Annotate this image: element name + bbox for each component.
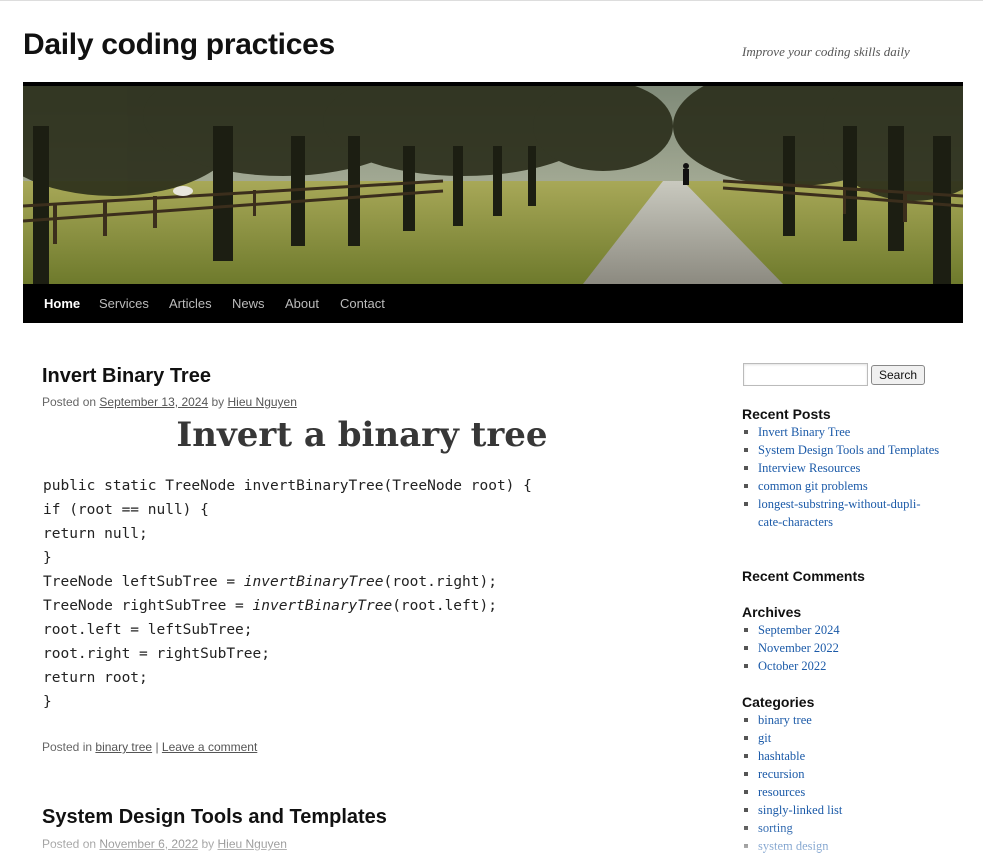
- post-meta: Posted on November 6, 2022 by Hieu Nguye…: [42, 837, 287, 851]
- code-line: }: [43, 550, 52, 566]
- list-item: hashtable: [742, 747, 942, 765]
- nav-item-news[interactable]: News: [232, 296, 265, 311]
- site-title[interactable]: Daily coding practices: [23, 28, 335, 62]
- author-link[interactable]: Hieu Nguyen: [218, 837, 287, 851]
- post-date-link[interactable]: November 6, 2022: [99, 837, 198, 851]
- code-line: root.left = leftSubTree;: [43, 622, 253, 638]
- post-title[interactable]: System Design Tools and Templates: [42, 806, 387, 829]
- categories-list: binary tree git hashtable recursion reso…: [742, 711, 942, 855]
- post-title[interactable]: Invert Binary Tree: [42, 365, 211, 388]
- list-item: Interview Resources: [742, 459, 942, 477]
- recent-post-link[interactable]: Interview Resources: [758, 461, 860, 475]
- separator: |: [155, 740, 159, 754]
- list-item: binary tree: [742, 711, 942, 729]
- archives-title: Archives: [742, 604, 802, 620]
- category-link[interactable]: binary tree: [95, 740, 152, 754]
- list-item: resources: [742, 783, 942, 801]
- leave-comment-link[interactable]: Leave a comment: [162, 740, 257, 754]
- list-item: September 2024: [742, 621, 942, 639]
- entry-heading: Invert a binary tree: [176, 415, 548, 455]
- by-label: by: [201, 837, 215, 851]
- list-item: common git problems: [742, 477, 942, 495]
- nav-item-services[interactable]: Services: [99, 296, 149, 311]
- nav-item-contact[interactable]: Contact: [340, 296, 385, 311]
- code-line: TreeNode rightSubTree = invertBinaryTree…: [43, 594, 532, 618]
- category-link[interactable]: recursion: [758, 767, 805, 781]
- by-label: by: [211, 395, 225, 409]
- header-image: [23, 82, 963, 284]
- category-link[interactable]: system design: [758, 839, 828, 853]
- search-input[interactable]: [743, 363, 868, 386]
- code-text: TreeNode leftSubTree =: [43, 574, 244, 590]
- list-item: recursion: [742, 765, 942, 783]
- code-line: return root;: [43, 670, 148, 686]
- code-line: TreeNode leftSubTree = invertBinaryTree(…: [43, 570, 532, 594]
- category-link[interactable]: resources: [758, 785, 805, 799]
- post-meta: Posted on September 13, 2024 by Hieu Ngu…: [42, 395, 297, 409]
- category-link[interactable]: hashtable: [758, 749, 805, 763]
- code-line: public static TreeNode invertBinaryTree(…: [43, 478, 532, 494]
- recent-post-link[interactable]: common git problems: [758, 479, 868, 493]
- list-item: November 2022: [742, 639, 942, 657]
- code-line: root.right = rightSubTree;: [43, 646, 270, 662]
- author-link[interactable]: Hieu Nguyen: [228, 395, 297, 409]
- code-line: }: [43, 694, 52, 710]
- recent-comments-title: Recent Comments: [742, 568, 865, 584]
- list-item: git: [742, 729, 942, 747]
- recent-posts-list: Invert Binary Tree System Design Tools a…: [742, 423, 942, 531]
- code-text: (root.right);: [383, 574, 497, 590]
- list-item: longest-substring-without-dupli-cate-cha…: [742, 495, 942, 531]
- code-text: TreeNode rightSubTree =: [43, 598, 253, 614]
- category-link[interactable]: sorting: [758, 821, 793, 835]
- list-item: sorting: [742, 819, 942, 837]
- code-line: if (root == null) {: [43, 502, 209, 518]
- list-item: singly-linked list: [742, 801, 942, 819]
- site-description: Improve your coding skills daily: [742, 44, 910, 59]
- archive-link[interactable]: November 2022: [758, 641, 839, 655]
- post-footer: Posted in binary tree | Leave a comment: [42, 740, 257, 754]
- recent-post-link[interactable]: Invert Binary Tree: [758, 425, 850, 439]
- nav-item-articles[interactable]: Articles: [169, 296, 212, 311]
- post-date-link[interactable]: September 13, 2024: [99, 395, 208, 409]
- code-text: (root.left);: [392, 598, 497, 614]
- recent-posts-title: Recent Posts: [742, 406, 831, 422]
- code-block: public static TreeNode invertBinaryTree(…: [43, 474, 532, 714]
- code-method: invertBinaryTree: [252, 598, 393, 614]
- category-link[interactable]: git: [758, 731, 771, 745]
- archives-list: September 2024 November 2022 October 202…: [742, 621, 942, 675]
- list-item: Invert Binary Tree: [742, 423, 942, 441]
- posted-on-label: Posted on: [42, 395, 97, 409]
- recent-post-link[interactable]: System Design Tools and Templates: [758, 443, 939, 457]
- categories-title: Categories: [742, 694, 815, 710]
- category-link[interactable]: singly-linked list: [758, 803, 842, 817]
- nav-item-about[interactable]: About: [285, 296, 319, 311]
- nav-item-home[interactable]: Home: [44, 296, 80, 311]
- recent-post-link[interactable]: longest-substring-without-dupli-cate-cha…: [758, 497, 921, 529]
- posted-in-label: Posted in: [42, 740, 93, 754]
- archive-link[interactable]: September 2024: [758, 623, 840, 637]
- category-link[interactable]: binary tree: [758, 713, 812, 727]
- archive-link[interactable]: October 2022: [758, 659, 826, 673]
- list-item: System Design Tools and Templates: [742, 441, 942, 459]
- list-item: system design: [742, 837, 942, 855]
- code-method: invertBinaryTree: [243, 574, 384, 590]
- posted-on-label: Posted on: [42, 837, 97, 851]
- list-item: October 2022: [742, 657, 942, 675]
- main-navigation: Home Services Articles News About Contac…: [23, 284, 963, 323]
- search-button[interactable]: Search: [871, 365, 925, 385]
- code-line: return null;: [43, 526, 148, 542]
